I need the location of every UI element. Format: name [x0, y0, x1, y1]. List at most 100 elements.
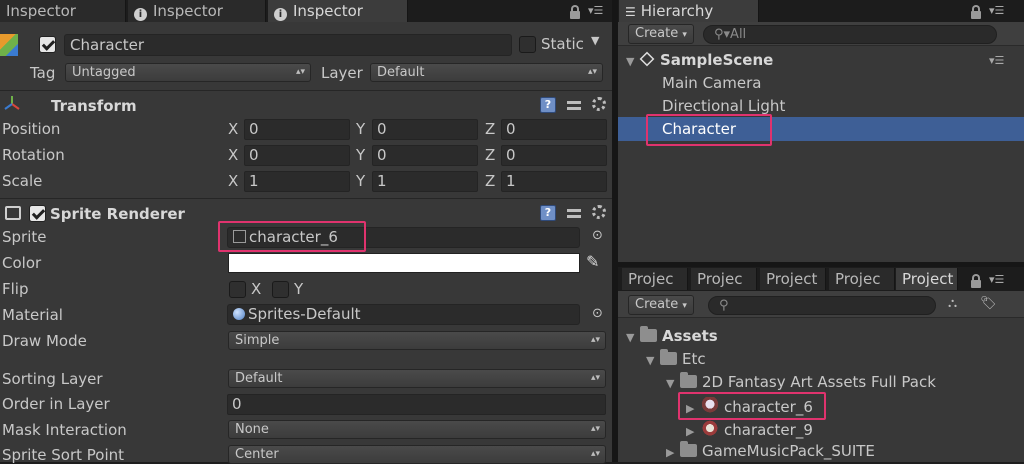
unity-logo-icon	[639, 51, 655, 67]
presets-icon[interactable]	[567, 206, 581, 220]
divider	[0, 90, 612, 91]
expand-arrow-icon[interactable]: ▼	[626, 331, 640, 344]
project-search-input[interactable]: ⚲	[708, 296, 936, 315]
gear-icon[interactable]	[592, 205, 606, 219]
axis-y-label[interactable]: Y	[356, 172, 365, 190]
sprite-sort-point-label: Sprite Sort Point	[2, 446, 125, 464]
project-item-assets[interactable]: ▼ Assets	[626, 326, 718, 345]
static-checkbox[interactable]	[519, 36, 536, 53]
expand-arrow-icon[interactable]: ▼	[666, 377, 680, 390]
scale-x-field[interactable]: 1	[244, 171, 350, 192]
gear-icon[interactable]	[592, 97, 606, 111]
position-x-field[interactable]: 0	[244, 119, 350, 140]
rotation-label: Rotation	[2, 146, 65, 164]
tab-project-4[interactable]: Projec	[829, 268, 895, 290]
axis-y-label[interactable]: Y	[356, 146, 365, 164]
material-field[interactable]: Sprites-Default	[227, 304, 580, 325]
panel-menu-icon[interactable]: ▾☰	[989, 273, 1004, 286]
lock-icon[interactable]	[971, 274, 981, 288]
position-y-field[interactable]: 0	[372, 119, 478, 140]
lock-icon[interactable]	[971, 5, 981, 19]
folder-icon	[660, 349, 677, 365]
sprite-sort-point-dropdown[interactable]: Center ▴▾	[228, 445, 606, 464]
tab-hierarchy[interactable]: ☰ Hierarchy	[619, 0, 759, 22]
project-item-character-9[interactable]: ▶ character_9	[686, 420, 813, 439]
tab-inspector-3[interactable]: i Inspector	[268, 0, 408, 22]
axis-y-label[interactable]: Y	[356, 120, 365, 138]
hierarchy-item-main-camera[interactable]: Main Camera	[662, 74, 761, 92]
info-icon: i	[134, 8, 147, 21]
help-icon[interactable]: ?	[540, 205, 556, 221]
filter-by-type-icon[interactable]: ⛬	[948, 296, 968, 314]
expand-arrow-icon[interactable]: ▶	[686, 425, 700, 438]
tab-inspector-2[interactable]: i Inspector	[128, 0, 266, 22]
active-checkbox[interactable]	[39, 36, 56, 53]
flip-y-label: Y	[294, 280, 304, 298]
expand-arrow-icon[interactable]: ▼	[626, 55, 640, 68]
scene-menu-icon[interactable]: ▾☰	[989, 54, 1004, 67]
sorting-layer-dropdown[interactable]: Default ▴▾	[228, 369, 606, 388]
tab-project-5[interactable]: Project	[896, 268, 958, 290]
sprite-renderer-title[interactable]: Sprite Renderer	[50, 205, 185, 223]
sprite-highlight-box	[218, 221, 366, 252]
mask-interaction-dropdown[interactable]: None ▴▾	[228, 420, 606, 439]
axis-z-label[interactable]: Z	[485, 172, 495, 190]
static-label: Static	[541, 35, 584, 53]
expand-arrow-icon[interactable]: ▶	[666, 446, 680, 459]
hierarchy-create-button[interactable]: Create ▾	[628, 24, 694, 44]
lock-icon[interactable]	[570, 5, 580, 19]
mask-interaction-label: Mask Interaction	[2, 421, 127, 439]
filter-by-label-icon[interactable]: 🏷	[980, 296, 1000, 314]
layer-dropdown[interactable]: Default ▴▾	[370, 63, 603, 82]
axis-z-label[interactable]: Z	[485, 146, 495, 164]
position-label: Position	[2, 120, 61, 138]
axis-z-label[interactable]: Z	[485, 120, 495, 138]
tag-dropdown[interactable]: Untagged ▴▾	[65, 63, 311, 82]
panel-menu-icon[interactable]: ▾☰	[588, 4, 603, 17]
tab-project-1[interactable]: Projec	[622, 268, 688, 290]
rotation-y-field[interactable]: 0	[372, 145, 478, 166]
help-icon[interactable]: ?	[540, 97, 556, 113]
axis-x-label[interactable]: X	[228, 172, 238, 190]
object-name-field[interactable]: Character	[64, 34, 512, 56]
axis-x-label[interactable]: X	[228, 146, 238, 164]
project-item-etc[interactable]: ▼ Etc	[646, 349, 706, 368]
expand-arrow-icon[interactable]: ▼	[646, 354, 660, 367]
color-swatch[interactable]	[228, 253, 580, 273]
eyedropper-icon[interactable]: ✎	[586, 252, 599, 271]
axis-x-label[interactable]: X	[228, 120, 238, 138]
project-item-fantasy-pack[interactable]: ▼ 2D Fantasy Art Assets Full Pack	[666, 372, 936, 391]
scale-z-field[interactable]: 1	[501, 171, 607, 192]
hierarchy-item-directional-light[interactable]: Directional Light	[662, 97, 785, 115]
object-picker-icon[interactable]: ⊙	[592, 228, 603, 243]
search-icon: ⚲▾	[714, 27, 731, 42]
hierarchy-search-input[interactable]: ⚲▾All	[703, 25, 997, 44]
flip-y-checkbox[interactable]	[272, 281, 289, 298]
folder-icon	[640, 326, 657, 342]
project-create-button[interactable]: Create ▾	[628, 295, 694, 315]
sprite-thumbnail-icon	[700, 420, 720, 438]
folder-icon	[680, 372, 697, 388]
tab-project-2[interactable]: Projec	[691, 268, 757, 290]
scene-row[interactable]: ▼ SampleScene	[626, 51, 773, 69]
material-label: Material	[2, 306, 63, 324]
flip-x-checkbox[interactable]	[229, 281, 246, 298]
character-6-highlight-box	[678, 392, 826, 420]
project-item-gamemusicpack[interactable]: ▶ GameMusicPack_SUITE	[666, 441, 875, 460]
rotation-x-field[interactable]: 0	[244, 145, 350, 166]
position-z-field[interactable]: 0	[501, 119, 607, 140]
order-in-layer-field[interactable]: 0	[227, 394, 606, 415]
draw-mode-dropdown[interactable]: Simple ▴▾	[228, 331, 606, 350]
sprite-renderer-enabled-checkbox[interactable]	[29, 205, 46, 222]
tab-inspector-1[interactable]: Inspector	[0, 0, 126, 22]
scale-y-field[interactable]: 1	[372, 171, 478, 192]
object-picker-icon[interactable]: ⊙	[592, 306, 603, 321]
static-dropdown-icon[interactable]: ▼	[591, 34, 599, 47]
panel-menu-icon[interactable]: ▾☰	[989, 4, 1004, 17]
tag-label: Tag	[30, 64, 56, 82]
transform-icon	[4, 96, 20, 110]
tab-project-3[interactable]: Project	[760, 268, 826, 290]
transform-title[interactable]: Transform	[51, 97, 137, 115]
presets-icon[interactable]	[567, 98, 581, 112]
rotation-z-field[interactable]: 0	[501, 145, 607, 166]
